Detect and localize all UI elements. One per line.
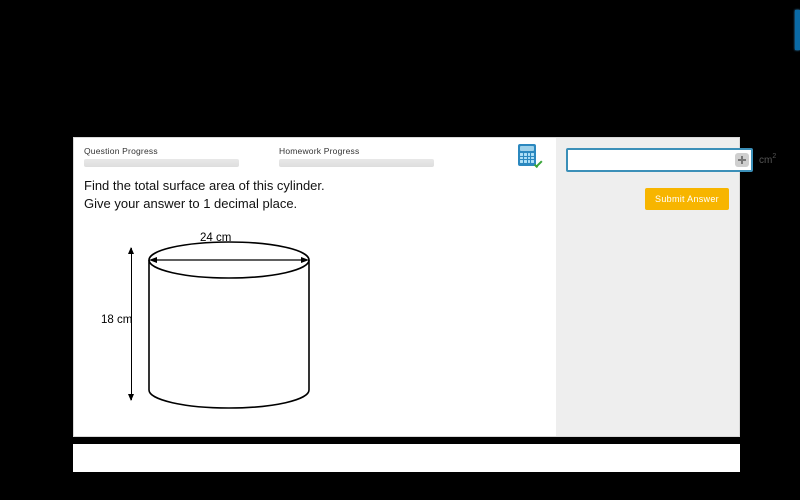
unit-base: cm: [759, 155, 772, 166]
question-line-2: Give your answer to 1 decimal place.: [84, 195, 548, 213]
height-label: 18 cm: [101, 314, 132, 326]
check-icon: [532, 160, 544, 172]
answer-input[interactable]: [566, 148, 753, 172]
question-progress-bar: [84, 159, 239, 167]
homework-progress-label: Homework Progress: [279, 146, 434, 156]
letterbox-top: [0, 0, 800, 137]
submit-answer-button[interactable]: Submit Answer: [645, 188, 729, 210]
cylinder-diagram: 24 cm 18 cm: [134, 230, 364, 410]
question-progress-label: Question Progress: [84, 146, 239, 156]
answer-input-wrap: [566, 148, 753, 172]
question-panel: Question Progress Homework Progress Find…: [74, 138, 558, 436]
right-black-bar: [788, 0, 800, 500]
cylinder-svg: [134, 230, 364, 410]
answer-unit: cm2: [759, 155, 776, 166]
worksheet-card: Question Progress Homework Progress Find…: [73, 137, 740, 437]
progress-row: Question Progress Homework Progress: [84, 146, 548, 167]
unit-exponent: 2: [772, 153, 776, 160]
question-progress: Question Progress: [84, 146, 239, 167]
letterbox-bottom: [0, 472, 800, 500]
calculator-screen-icon: [520, 146, 534, 151]
homework-progress-bar: [279, 159, 434, 167]
homework-progress: Homework Progress: [279, 146, 434, 167]
question-text: Find the total surface area of this cyli…: [84, 177, 548, 212]
calculator-icon[interactable]: [514, 144, 544, 170]
answer-panel: cm2 Submit Answer: [556, 138, 739, 436]
diameter-label: 24 cm: [200, 232, 231, 244]
plus-icon[interactable]: [735, 153, 749, 167]
right-blue-tab: [795, 10, 800, 50]
answer-row: cm2: [566, 148, 729, 172]
bottom-white-strip: [73, 444, 740, 472]
question-line-1: Find the total surface area of this cyli…: [84, 177, 548, 195]
